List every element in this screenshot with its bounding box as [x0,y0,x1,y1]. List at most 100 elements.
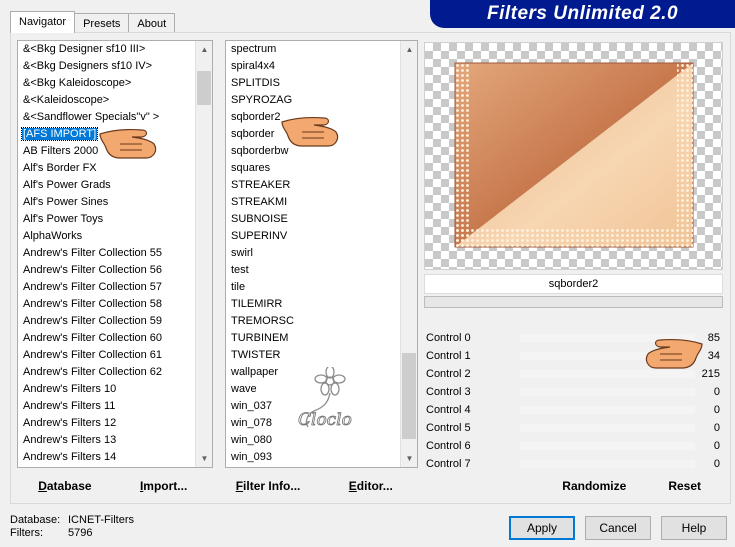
filter-item[interactable]: win_093 [226,449,400,466]
control-slider[interactable] [520,424,695,432]
filter-item[interactable]: spiral4x4 [226,58,400,75]
filter-scroll-thumb[interactable] [402,353,416,439]
filter-item[interactable]: TURBINEM [226,330,400,347]
tab-navigator[interactable]: Navigator [10,11,76,33]
apply-button[interactable]: Apply [509,516,575,540]
category-scrollbar[interactable]: ▲ ▼ [195,41,212,467]
preview-canvas [424,42,723,270]
category-item[interactable]: Alf's Power Grads [18,177,195,194]
control-value: 0 [713,386,720,398]
category-scroll-thumb[interactable] [197,71,211,105]
scroll-down-icon[interactable]: ▼ [401,450,417,467]
control-label: Control 6 [426,440,471,452]
tab-about[interactable]: About [128,13,176,33]
category-item-label: Andrew's Filter Collection 58 [23,298,163,310]
filter-item-label: TREMORSC [231,315,294,327]
filter-item-label: squares [231,162,271,174]
category-item[interactable]: AlphaWorks [18,228,195,245]
filter-info-button[interactable]: Filter Info... [232,477,305,495]
category-item-label: Andrew's Filter Collection 61 [23,349,163,361]
category-item[interactable]: &<Kaleidoscope> [18,92,195,109]
filter-item-label: wallpaper [231,366,279,378]
category-item[interactable]: Andrew's Filter Collection 58 [18,296,195,313]
category-item[interactable]: Alf's Border FX [18,160,195,177]
filter-item-label: TURBINEM [231,332,289,344]
control-row[interactable]: Control 7 0 [424,455,723,473]
category-item[interactable]: Andrew's Filters 12 [18,415,195,432]
import-button[interactable]: Import... [136,477,191,495]
category-item[interactable]: Alf's Power Toys [18,211,195,228]
category-item[interactable]: Andrew's Filter Collection 57 [18,279,195,296]
control-value: 0 [713,422,720,434]
control-row[interactable]: Control 3 0 [424,383,723,401]
category-item-label: Andrew's Filter Collection 59 [23,315,163,327]
help-button[interactable]: Help [661,516,727,540]
selected-filter-name: sqborder2 [424,274,723,294]
controls-button-bar: Randomize Reset [424,474,723,498]
control-slider[interactable] [520,388,695,396]
filter-scrollbar[interactable]: ▲ ▼ [400,41,417,467]
filter-item-label: win_080 [231,434,272,446]
category-item-label: &<Bkg Designer sf10 III> [23,43,146,55]
control-slider[interactable] [520,442,695,450]
category-item[interactable]: Andrew's Filter Collection 60 [18,330,195,347]
tab-presets[interactable]: Presets [74,13,130,33]
category-item[interactable]: Alf's Power Sines [18,194,195,211]
filter-item-label: win_037 [231,400,272,412]
filter-item[interactable]: SUBNOISE [226,211,400,228]
control-row[interactable]: Control 5 0 [424,419,723,437]
category-item-label: AB Filters 2000 [23,145,99,157]
control-row[interactable]: Control 4 0 [424,401,723,419]
control-row[interactable]: Control 6 0 [424,437,723,455]
database-value: ICNET-Filters [68,514,134,526]
control-slider[interactable] [520,406,695,414]
category-item-label: Andrew's Filters 12 [23,417,117,429]
scroll-down-icon[interactable]: ▼ [196,450,212,467]
category-list[interactable]: &<Bkg Designer sf10 III> &<Bkg Designers … [17,40,213,468]
filter-list[interactable]: spectrum spiral4x4 SPLITDIS SPYROZAG sqborde… [225,40,418,468]
randomize-button[interactable]: Randomize [558,477,630,495]
filter-item[interactable]: STREAKMI [226,194,400,211]
scroll-up-icon[interactable]: ▲ [196,41,212,58]
category-item[interactable]: Andrew's Filters 13 [18,432,195,449]
control-label: Control 2 [426,368,471,380]
category-item[interactable]: Andrew's Filter Collection 59 [18,313,195,330]
filter-item[interactable]: TILEMIRR [226,296,400,313]
status-area: Database: ICNET-Filters Filters: 5796 [10,514,134,540]
category-item-label: Andrew's Filter Collection 62 [23,366,163,378]
category-item[interactable]: Andrew's Filters 11 [18,398,195,415]
filter-item[interactable]: TWISTER [226,347,400,364]
filter-item[interactable]: SUPERINV [226,228,400,245]
filter-item[interactable]: TREMORSC [226,313,400,330]
filter-item[interactable]: test [226,262,400,279]
category-item-label: &<Kaleidoscope> [23,94,110,106]
category-item[interactable]: &<Bkg Designers sf10 IV> [18,58,195,75]
cancel-button[interactable]: Cancel [585,516,651,540]
progress-bar [424,296,723,308]
category-item[interactable]: Andrew's Filter Collection 55 [18,245,195,262]
scroll-up-icon[interactable]: ▲ [401,41,417,58]
category-item[interactable]: Andrew's Filter Collection 61 [18,347,195,364]
filter-item[interactable]: STREAKER [226,177,400,194]
filter-item[interactable]: tile [226,279,400,296]
reset-button[interactable]: Reset [664,477,705,495]
filter-item[interactable]: squares [226,160,400,177]
category-item[interactable]: Andrew's Filter Collection 56 [18,262,195,279]
database-button[interactable]: Database [34,477,95,495]
filter-item-label: win_093 [231,451,272,463]
category-item[interactable]: Andrew's Filters 14 [18,449,195,466]
filters-label: Filters: [10,527,43,539]
control-value: 0 [713,458,720,470]
category-item[interactable]: Andrew's Filters 10 [18,381,195,398]
category-item[interactable]: &<Bkg Designer sf10 III> [18,41,195,58]
category-item[interactable]: Andrew's Filter Collection 62 [18,364,195,381]
category-item[interactable]: &<Bkg Kaleidoscope> [18,75,195,92]
svg-text:Cloclo: Cloclo [298,410,352,430]
filter-item[interactable]: SPYROZAG [226,92,400,109]
editor-button[interactable]: Editor... [345,477,397,495]
pointing-hand-icon [645,339,703,369]
filter-item[interactable]: swirl [226,245,400,262]
filter-item[interactable]: spectrum [226,41,400,58]
control-slider[interactable] [520,460,695,468]
filter-item[interactable]: SPLITDIS [226,75,400,92]
